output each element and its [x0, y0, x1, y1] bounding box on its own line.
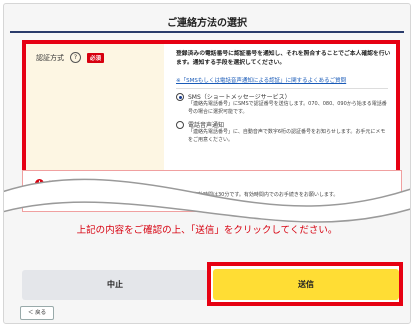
title-divider [10, 31, 404, 33]
auth-method-section: 認証方式 ? 必須 登録済みの電話番号に認証番号を通知し、それを照合することでご… [22, 40, 400, 186]
voice-option-title: 電話音声通知 [188, 122, 225, 129]
form-panel: ご連絡方法の選択 認証方式 ? 必須 登録済みの電話番号に認証番号を通知し、それ… [3, 3, 411, 324]
question-circle-icon[interactable]: ? [70, 52, 81, 63]
divider [176, 88, 388, 89]
voice-option-description: 「連絡先電話番号」に、自動音声で数字6桁の認証番号をお知らせします。お手元にメモ… [188, 129, 386, 143]
sms-radio[interactable] [176, 93, 184, 101]
auth-method-label-text: 認証方式 [36, 53, 64, 62]
back-button[interactable]: ＜ 戻る [20, 306, 54, 320]
torn-edge-divider [4, 178, 410, 223]
sms-option-description: 「連絡先電話番号」にSMSで認証番号を送信します。070、080、090から始ま… [188, 101, 387, 115]
faq-link[interactable]: ※「SMSもしくは電話音声通知による認証」に関するよくあるご質問 [176, 76, 346, 84]
required-badge: 必須 [87, 52, 105, 63]
cancel-button[interactable]: 中止 [22, 270, 208, 300]
sms-option-title: SMS（ショートメッセージサービス） [188, 94, 291, 101]
confirm-message: 上記の内容をご確認の上、「送信」をクリックしてください。 [76, 225, 338, 236]
auth-method-label: 認証方式 ? 必須 [36, 52, 105, 63]
auth-method-label-cell: 認証方式 ? 必須 [26, 44, 164, 182]
voice-radio[interactable] [176, 121, 184, 129]
send-button[interactable]: 送信 [213, 269, 399, 300]
auth-method-description: 登録済みの電話番号に認証番号を通知し、それを照合することでご本人確認を行います。… [176, 51, 391, 66]
page-title: ご連絡方法の選択 [167, 18, 247, 29]
